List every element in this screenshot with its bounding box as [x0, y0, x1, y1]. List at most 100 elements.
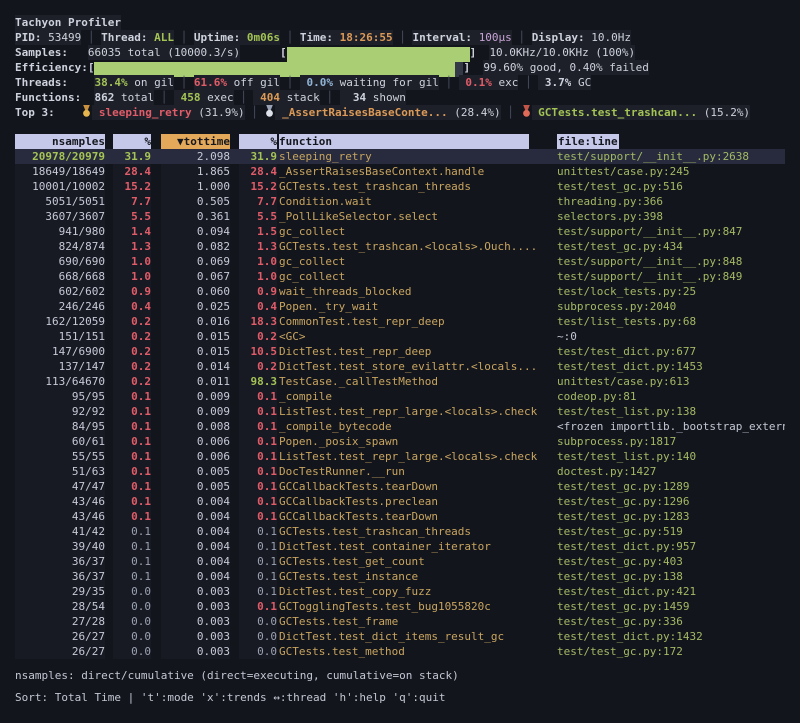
table-row[interactable]: 18649/1864928.41.86528.4_AssertRaisesBas… — [15, 164, 785, 179]
cell-fileline: test/test_gc.py:336 — [542, 614, 785, 629]
table-row[interactable]: 47/470.10.0050.1GCCallbackTests.tearDown… — [15, 479, 785, 494]
cell-tottime: 0.008 — [151, 419, 230, 434]
cell-direct-pct: 7.7 — [105, 194, 151, 209]
table-row[interactable]: 668/6681.00.0671.0gc_collecttest/support… — [15, 269, 785, 284]
functions-line: Functions: 862 total │ 458 exec │ 404 st… — [15, 90, 785, 105]
cell-fileline: test/test_list.py:140 — [542, 449, 785, 464]
col-header-fileline[interactable]: file:line — [542, 134, 785, 149]
footer-legend: nsamples: direct/cumulative (direct=exec… — [15, 668, 785, 683]
table-row[interactable]: 941/9801.40.0941.5gc_collecttest/support… — [15, 224, 785, 239]
table-row[interactable]: 55/550.10.0060.1ListTest.test_repr_large… — [15, 449, 785, 464]
cell-nsamples: 18649/18649 — [15, 164, 105, 179]
table-row[interactable]: 36/370.10.0040.1GCTests.test_get_countte… — [15, 554, 785, 569]
cell-nsamples: 690/690 — [15, 254, 105, 269]
cell-function: GCTests.test_frame — [277, 614, 542, 629]
cell-fileline: test/test_gc.py:519 — [542, 524, 785, 539]
table-row[interactable]: 95/950.10.0090.1_compilecodeop.py:81 — [15, 389, 785, 404]
cell-nsamples: 43/46 — [15, 509, 105, 524]
cell-fileline: test/test_dict.py:421 — [542, 584, 785, 599]
table-row[interactable]: 5051/50517.70.5057.7Condition.waitthread… — [15, 194, 785, 209]
cell-direct-pct: 1.0 — [105, 254, 151, 269]
table-row[interactable]: 26/270.00.0030.0GCTests.test_methodtest/… — [15, 644, 785, 659]
cell-nsamples: 29/35 — [15, 584, 105, 599]
cell-function: _PollLikeSelector.select — [277, 209, 542, 224]
cell-direct-pct: 0.0 — [105, 599, 151, 614]
table-row[interactable]: 246/2460.40.0250.4Popen._try_waitsubproc… — [15, 299, 785, 314]
cell-direct-pct: 0.1 — [105, 569, 151, 584]
cell-direct-pct: 15.2 — [105, 179, 151, 194]
cell-fileline: subprocess.py:2040 — [542, 299, 785, 314]
table-row[interactable]: 60/610.10.0060.1Popen._posix_spawnsubpro… — [15, 434, 785, 449]
cell-fileline: ~:0 — [542, 329, 785, 344]
table-row[interactable]: 43/460.10.0040.1GCCallbackTests.preclean… — [15, 494, 785, 509]
cell-tottime: 1.865 — [151, 164, 230, 179]
cell-fileline: test/test_gc.py:172 — [542, 644, 785, 659]
table-row[interactable]: 41/420.10.0040.1GCTests.test_trashcan_th… — [15, 524, 785, 539]
cell-function: _compile_bytecode — [277, 419, 542, 434]
cell-direct-pct: 1.4 — [105, 224, 151, 239]
cell-direct-pct: 0.0 — [105, 644, 151, 659]
cell-tottime: 0.004 — [151, 524, 230, 539]
cell-direct-pct: 0.1 — [105, 509, 151, 524]
cell-tottime: 1.000 — [151, 179, 230, 194]
table-row[interactable]: 10001/1000215.21.00015.2GCTests.test_tra… — [15, 179, 785, 194]
cell-cum-pct: 98.3 — [230, 374, 277, 389]
cell-cum-pct: 18.3 — [230, 314, 277, 329]
cell-tottime: 0.069 — [151, 254, 230, 269]
table-row[interactable]: 29/350.00.0030.1DictTest.test_copy_fuzzt… — [15, 584, 785, 599]
table-row[interactable]: 690/6901.00.0691.0gc_collecttest/support… — [15, 254, 785, 269]
cell-function: DictTest.test_copy_fuzz — [277, 584, 542, 599]
cell-fileline: test/list_tests.py:68 — [542, 314, 785, 329]
cell-tottime: 0.067 — [151, 269, 230, 284]
col-header-function[interactable]: function — [277, 134, 542, 149]
cell-direct-pct: 0.2 — [105, 344, 151, 359]
table-row[interactable]: 151/1510.20.0150.2<GC>~:0 — [15, 329, 785, 344]
table-row[interactable]: 824/8741.30.0821.3GCTests.test_trashcan.… — [15, 239, 785, 254]
medal-bronze-icon — [522, 105, 531, 117]
table-row[interactable]: 92/920.10.0090.1ListTest.test_repr_large… — [15, 404, 785, 419]
cell-nsamples: 92/92 — [15, 404, 105, 419]
cell-fileline: test/test_gc.py:434 — [542, 239, 785, 254]
table-row[interactable]: 26/270.00.0030.0DictTest.test_dict_items… — [15, 629, 785, 644]
col-header-direct-pct[interactable]: % — [105, 134, 151, 149]
cell-cum-pct: 0.1 — [230, 449, 277, 464]
cell-tottime: 0.009 — [151, 389, 230, 404]
table-row[interactable]: 147/69000.20.01510.5DictTest.test_repr_d… — [15, 344, 785, 359]
table-row[interactable]: 51/630.10.0050.1DocTestRunner.__rundocte… — [15, 464, 785, 479]
cell-fileline: test/test_gc.py:1289 — [542, 479, 785, 494]
table-row[interactable]: 162/120590.20.01618.3CommonTest.test_rep… — [15, 314, 785, 329]
cell-direct-pct: 0.1 — [105, 464, 151, 479]
table-row[interactable]: 36/370.10.0040.1GCTests.test_instancetes… — [15, 569, 785, 584]
cell-function: GCTests.test_method — [277, 644, 542, 659]
table-row[interactable]: 602/6020.90.0600.9wait_threads_blockedte… — [15, 284, 785, 299]
table-row[interactable]: 137/1470.20.0140.2DictTest.test_store_ev… — [15, 359, 785, 374]
table-row[interactable]: 20978/2097931.92.09831.9sleeping_retryte… — [15, 149, 785, 164]
cell-function: gc_collect — [277, 224, 542, 239]
table-row[interactable]: 39/400.10.0040.1DictTest.test_container_… — [15, 539, 785, 554]
col-header-tottime[interactable]: ▼tottime — [151, 134, 230, 149]
table-row[interactable]: 27/280.00.0030.0GCTests.test_frametest/t… — [15, 614, 785, 629]
cell-nsamples: 60/61 — [15, 434, 105, 449]
cell-nsamples: 246/246 — [15, 299, 105, 314]
col-header-cum-pct[interactable]: % — [230, 134, 277, 149]
cell-function: Popen._posix_spawn — [277, 434, 542, 449]
cell-nsamples: 41/42 — [15, 524, 105, 539]
col-header-nsamples[interactable]: nsamples — [15, 134, 105, 149]
table-row[interactable]: 43/460.10.0040.1GCCallbackTests.tearDown… — [15, 509, 785, 524]
cell-function: DictTest.test_dict_items_result_gc — [277, 629, 542, 644]
table-row[interactable]: 84/950.10.0080.1_compile_bytecode<frozen… — [15, 419, 785, 434]
cell-nsamples: 151/151 — [15, 329, 105, 344]
cell-tottime: 0.009 — [151, 404, 230, 419]
cell-direct-pct: 0.1 — [105, 554, 151, 569]
cell-cum-pct: 0.4 — [230, 299, 277, 314]
cell-direct-pct: 0.1 — [105, 449, 151, 464]
cell-tottime: 0.060 — [151, 284, 230, 299]
cell-cum-pct: 0.9 — [230, 284, 277, 299]
cell-tottime: 0.016 — [151, 314, 230, 329]
cell-function: GCTests.test_get_count — [277, 554, 542, 569]
cell-fileline: test/test_dict.py:1453 — [542, 359, 785, 374]
cell-function: GCTogglingTests.test_bug1055820c — [277, 599, 542, 614]
table-row[interactable]: 28/540.00.0030.1GCTogglingTests.test_bug… — [15, 599, 785, 614]
table-row[interactable]: 3607/36075.50.3615.5_PollLikeSelector.se… — [15, 209, 785, 224]
table-row[interactable]: 113/646700.20.01198.3TestCase._callTestM… — [15, 374, 785, 389]
